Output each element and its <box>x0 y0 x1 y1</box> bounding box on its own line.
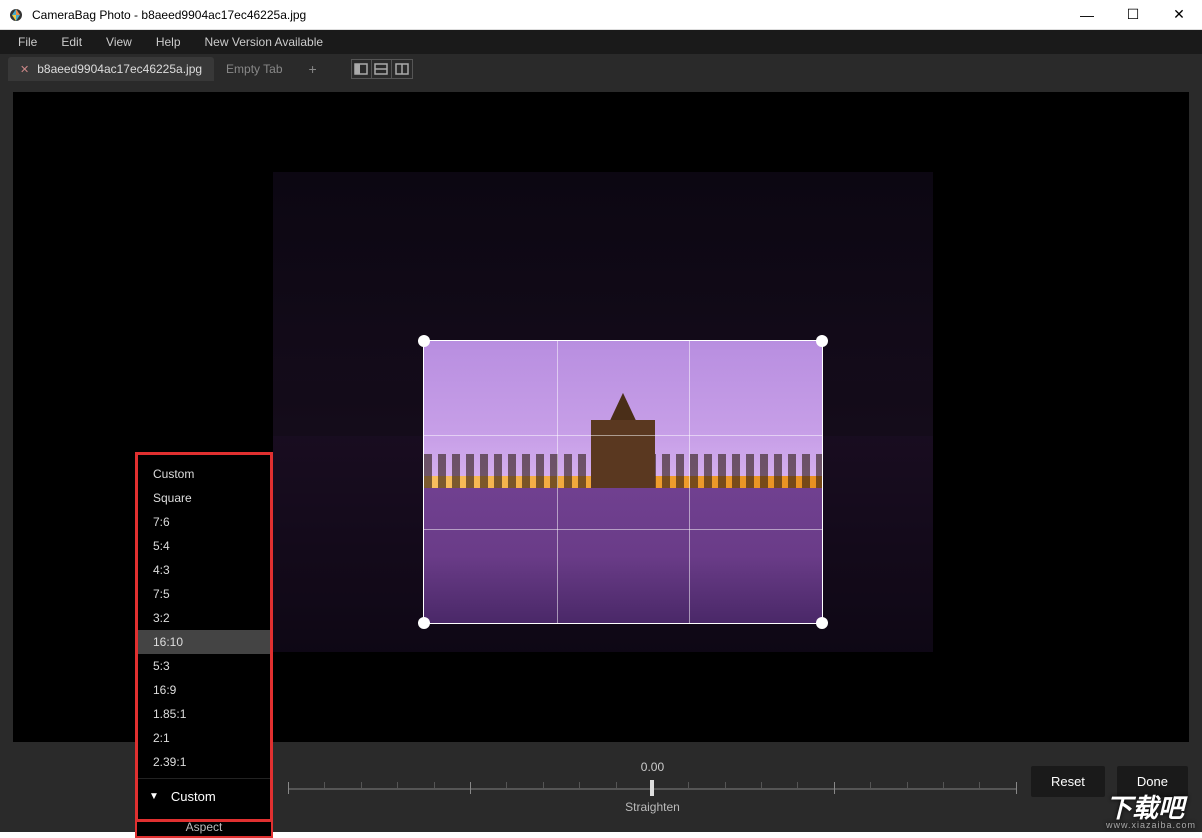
aspect-option[interactable]: Square <box>137 486 271 510</box>
chevron-down-icon: ▼ <box>149 791 159 802</box>
tab-active[interactable]: ✕ b8aeed9904ac17ec46225a.jpg <box>8 57 214 81</box>
tab-empty[interactable]: Empty Tab <box>214 57 294 81</box>
tab-bar: ✕ b8aeed9904ac17ec46225a.jpg Empty Tab + <box>0 54 1202 84</box>
slider-thumb[interactable] <box>650 780 654 796</box>
view-split-h-icon[interactable] <box>372 60 392 78</box>
watermark-text: 下载吧 <box>1106 793 1184 823</box>
aspect-option-selected[interactable]: 16:10 <box>137 630 271 654</box>
close-button[interactable]: ✕ <box>1156 0 1202 30</box>
watermark: 下载吧 www.xiazaiba.com <box>1106 795 1196 830</box>
crop-handle-tl[interactable] <box>418 335 430 347</box>
crop-handle-bl[interactable] <box>418 617 430 629</box>
aspect-section-label: Aspect <box>137 814 271 836</box>
crop-box[interactable] <box>423 340 823 624</box>
minimize-button[interactable]: — <box>1064 0 1110 30</box>
aspect-option[interactable]: 5:4 <box>137 534 271 558</box>
crop-grid-line <box>424 435 822 436</box>
menu-help[interactable]: Help <box>146 32 191 52</box>
app-icon <box>8 7 24 23</box>
aspect-option[interactable]: 4:3 <box>137 558 271 582</box>
view-single-icon[interactable] <box>352 60 372 78</box>
menu-file[interactable]: File <box>8 32 47 52</box>
straighten-slider[interactable] <box>288 778 1017 798</box>
tab-add-button[interactable]: + <box>295 61 331 77</box>
crop-handle-br[interactable] <box>816 617 828 629</box>
aspect-option[interactable]: 16:9 <box>137 678 271 702</box>
crop-grid-line <box>424 529 822 530</box>
view-split-v-icon[interactable] <box>392 60 412 78</box>
menu-new-version[interactable]: New Version Available <box>195 32 334 52</box>
crop-preview <box>424 341 822 623</box>
aspect-option[interactable]: 2:1 <box>137 726 271 750</box>
tab-label: Empty Tab <box>226 62 282 76</box>
aspect-option[interactable]: 1.85:1 <box>137 702 271 726</box>
crop-handle-tr[interactable] <box>816 335 828 347</box>
aspect-current-label: Custom <box>171 789 216 804</box>
tab-label: b8aeed9904ac17ec46225a.jpg <box>37 62 202 76</box>
maximize-button[interactable]: ☐ <box>1110 0 1156 30</box>
reset-button[interactable]: Reset <box>1031 766 1105 797</box>
aspect-option[interactable]: 5:3 <box>137 654 271 678</box>
aspect-option-list: Custom Square 7:6 5:4 4:3 7:5 3:2 16:10 … <box>137 454 271 778</box>
window-titlebar: CameraBag Photo - b8aeed9904ac17ec46225a… <box>0 0 1202 30</box>
straighten-value: 0.00 <box>641 760 664 774</box>
aspect-option[interactable]: Custom <box>137 462 271 486</box>
tab-close-icon[interactable]: ✕ <box>20 63 29 76</box>
straighten-label: Straighten <box>625 800 680 814</box>
straighten-section: 0.00 Straighten <box>288 760 1017 814</box>
aspect-option[interactable]: 7:6 <box>137 510 271 534</box>
watermark-url: www.xiazaiba.com <box>1106 821 1196 830</box>
window-controls: — ☐ ✕ <box>1064 0 1202 30</box>
aspect-option[interactable]: 7:5 <box>137 582 271 606</box>
menu-edit[interactable]: Edit <box>51 32 92 52</box>
view-mode-toggles <box>351 59 413 79</box>
aspect-option[interactable]: 3:2 <box>137 606 271 630</box>
aspect-dropdown-button[interactable]: ▼ Custom <box>137 778 271 814</box>
crop-grid-line <box>557 341 558 623</box>
action-buttons: Reset Done <box>1031 760 1188 797</box>
window-title: CameraBag Photo - b8aeed9904ac17ec46225a… <box>32 8 1064 22</box>
menu-bar: File Edit View Help New Version Availabl… <box>0 30 1202 54</box>
menu-view[interactable]: View <box>96 32 142 52</box>
crop-grid-line <box>689 341 690 623</box>
aspect-option[interactable]: 2.39:1 <box>137 750 271 774</box>
aspect-ratio-menu: Custom Square 7:6 5:4 4:3 7:5 3:2 16:10 … <box>135 452 273 838</box>
